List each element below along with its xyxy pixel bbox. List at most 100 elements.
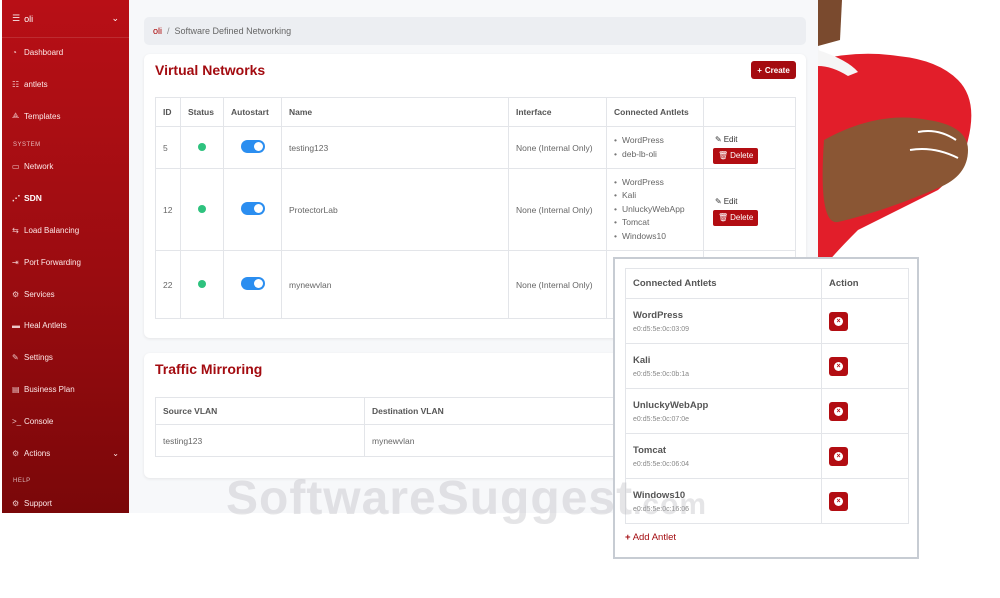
destination-vlan: mynewvlan bbox=[364, 424, 615, 457]
sidebar-item-templates[interactable]: ⟁ Templates bbox=[2, 105, 129, 127]
screenshot-stage: ☰ oli ⌄ ◔ Dashboard ☷ antlets ⟁ Template… bbox=[0, 0, 1000, 598]
network-interface: None (Internal Only) bbox=[508, 168, 607, 251]
remove-antlet-button[interactable]: × bbox=[829, 401, 848, 421]
sidebar-item-port-forwarding[interactable]: ⇥ Port Forwarding bbox=[2, 251, 129, 273]
close-circle-icon: × bbox=[834, 361, 843, 371]
antlet-cell: Kali e0:d5:5e:0c:0b:1a bbox=[625, 343, 822, 389]
hamburger-icon: ☰ bbox=[12, 13, 21, 23]
sdn-icon: ⋰ bbox=[12, 193, 20, 203]
list-item: deb-lb-oli bbox=[614, 148, 696, 162]
virtual-networks-title: Virtual Networks bbox=[155, 62, 266, 78]
status-cell bbox=[180, 168, 224, 251]
sidebar-item-support[interactable]: ⚙ Support bbox=[2, 492, 129, 514]
breadcrumb-current: Software Defined Networking bbox=[174, 26, 292, 36]
network-id: 12 bbox=[155, 168, 181, 251]
action-cell: × bbox=[821, 478, 909, 524]
plus-icon: + bbox=[757, 65, 762, 75]
add-antlet-link[interactable]: + Add Antlet bbox=[625, 532, 676, 543]
sidebar-item-network[interactable]: ▭ Network bbox=[2, 155, 129, 177]
antlet-name: UnluckyWebApp bbox=[633, 399, 709, 411]
watermark: SoftwareSuggest.com bbox=[226, 471, 707, 526]
table-row: 12 ProtectorLab None (Internal Only) Wor… bbox=[155, 168, 796, 251]
connected-antlets-list: WordPress deb-lb-oli bbox=[614, 134, 696, 161]
heal-icon: ▬ bbox=[12, 320, 20, 330]
antlet-mac-address: e0:d5:5e:0c:0b:1a bbox=[633, 370, 690, 378]
connected-antlets-cell: WordPress deb-lb-oli bbox=[606, 126, 704, 169]
breadcrumb-root-link[interactable]: oli bbox=[153, 26, 162, 36]
sidebar-item-heal-antlets[interactable]: ▬ Heal Antlets bbox=[2, 314, 129, 336]
action-cell: × bbox=[821, 343, 909, 389]
services-icon: ⚙ bbox=[12, 289, 20, 299]
delete-button[interactable]: 🗑 Delete bbox=[713, 147, 759, 164]
remove-antlet-button[interactable]: × bbox=[829, 491, 848, 511]
autostart-toggle[interactable] bbox=[240, 277, 265, 290]
network-id: 5 bbox=[155, 126, 181, 169]
sidebar-item-label: Services bbox=[24, 289, 55, 299]
column-header-status: Status bbox=[180, 97, 224, 127]
delete-button[interactable]: 🗑 Delete bbox=[713, 209, 759, 226]
antlet-name: Kali bbox=[633, 354, 651, 366]
status-online-indicator bbox=[198, 279, 206, 288]
sidebar-item-dashboard[interactable]: ◔ Dashboard bbox=[2, 41, 129, 63]
remove-antlet-button[interactable]: × bbox=[829, 311, 848, 331]
sidebar-item-services[interactable]: ⚙ Services bbox=[2, 283, 129, 305]
create-network-button[interactable]: + Create bbox=[751, 61, 796, 79]
sidebar-item-console[interactable]: >_ Console bbox=[2, 410, 129, 432]
sidebar-item-sdn[interactable]: ⋰ SDN bbox=[2, 187, 129, 209]
sidebar-item-label: Templates bbox=[24, 111, 61, 121]
sidebar-user-menu[interactable]: ☰ oli ⌄ bbox=[2, 0, 129, 38]
table-header-row: Source VLAN Destination VLAN bbox=[155, 397, 615, 425]
antlet-name: Tomcat bbox=[633, 444, 667, 456]
antlet-cell: WordPress e0:d5:5e:0c:03:09 bbox=[625, 298, 822, 344]
action-cell: × bbox=[821, 298, 909, 344]
delete-button-label: Delete bbox=[730, 151, 754, 160]
pencil-icon: ✎ bbox=[715, 135, 722, 144]
pencil-icon: ✎ bbox=[715, 197, 722, 206]
trash-icon: 🗑 bbox=[718, 151, 729, 160]
templates-icon: ⟁ bbox=[12, 111, 20, 120]
list-item: UnluckyWebApp bbox=[614, 203, 696, 217]
trash-icon: 🗑 bbox=[718, 213, 729, 222]
column-header-connected-antlets: Connected Antlets bbox=[625, 268, 822, 299]
sidebar-item-antlets[interactable]: ☷ antlets bbox=[2, 73, 129, 95]
sidebar-item-actions[interactable]: ⚙ Actions ⌄ bbox=[2, 442, 129, 464]
column-header-action: Action bbox=[821, 268, 909, 299]
edit-button[interactable]: ✎ Edit bbox=[711, 132, 742, 148]
sidebar-section-system: SYSTEM bbox=[13, 142, 41, 148]
table-header-row: Connected Antlets Action bbox=[625, 268, 909, 299]
connected-antlets-list: WordPress Kali UnluckyWebApp Tomcat Wind… bbox=[614, 176, 696, 244]
actions-icon: ⚙ bbox=[12, 448, 20, 458]
sidebar-item-label: Load Balancing bbox=[24, 225, 80, 235]
remove-antlet-button[interactable]: × bbox=[829, 356, 848, 376]
plus-icon: + bbox=[625, 532, 631, 543]
sidebar-item-label: Console bbox=[24, 416, 54, 426]
settings-icon: ✎ bbox=[12, 352, 19, 362]
close-circle-icon: × bbox=[834, 406, 843, 416]
chevron-down-icon: ⌄ bbox=[111, 13, 119, 23]
table-row: UnluckyWebApp e0:d5:5e:0c:07:0e × bbox=[625, 388, 909, 434]
table-row: 5 testing123 None (Internal Only) WordPr… bbox=[155, 126, 796, 169]
autostart-cell bbox=[223, 168, 282, 251]
chevron-down-icon: ⌄ bbox=[112, 448, 119, 458]
autostart-toggle[interactable] bbox=[240, 202, 265, 215]
sidebar-item-label: SDN bbox=[24, 193, 42, 203]
add-antlet-label: Add Antlet bbox=[632, 532, 676, 543]
row-actions: ✎ Edit 🗑 Delete bbox=[703, 126, 796, 169]
network-interface: None (Internal Only) bbox=[508, 250, 607, 319]
sidebar-section-help: HELP bbox=[13, 478, 31, 484]
edit-button[interactable]: ✎ Edit bbox=[711, 194, 742, 210]
console-icon: >_ bbox=[12, 416, 22, 426]
delete-button-label: Delete bbox=[730, 213, 754, 222]
sidebar-item-settings[interactable]: ✎ Settings bbox=[2, 346, 129, 368]
sidebar-item-business-plan[interactable]: ▤ Business Plan bbox=[2, 378, 129, 400]
status-cell bbox=[180, 126, 224, 169]
autostart-cell bbox=[223, 250, 282, 319]
autostart-toggle[interactable] bbox=[240, 140, 265, 153]
remove-antlet-button[interactable]: × bbox=[829, 446, 848, 466]
list-item: Kali bbox=[614, 189, 696, 203]
sidebar-item-label: Settings bbox=[24, 352, 53, 362]
sidebar-item-load-balancing[interactable]: ⇆ Load Balancing bbox=[2, 219, 129, 241]
table-header-row: ID Status Autostart Name Interface Conne… bbox=[155, 97, 796, 127]
action-cell: × bbox=[821, 433, 909, 479]
autostart-cell bbox=[223, 126, 282, 169]
